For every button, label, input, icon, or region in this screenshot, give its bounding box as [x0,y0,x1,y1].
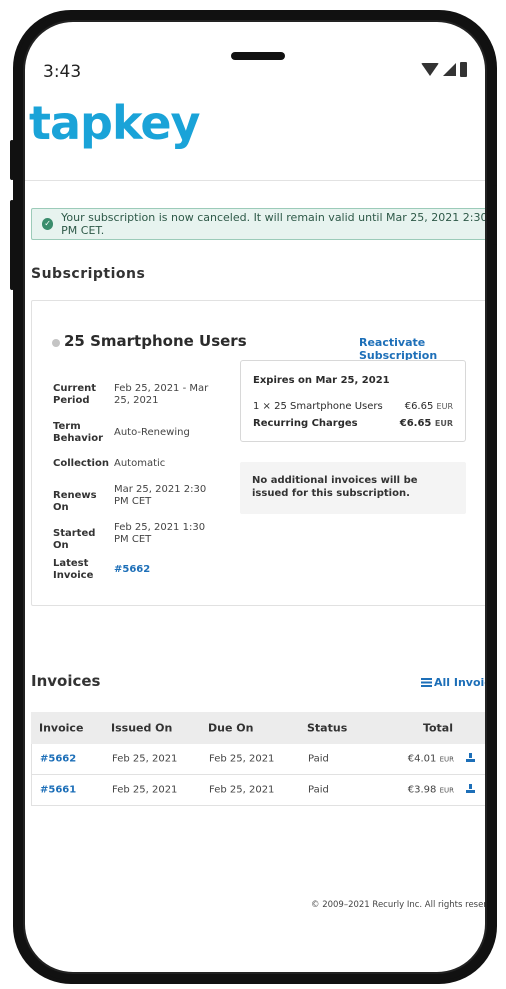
expiry-box: Expires on Mar 25, 2021 1 × 25 Smartphon… [240,360,466,442]
wifi-icon [421,63,439,76]
detail-key: Started On [53,528,96,551]
col-issued-on: Issued On [111,721,173,735]
list-icon [421,678,432,687]
currency: EUR [439,786,454,795]
reactivate-subscription-link[interactable]: Reactivate Subscription [359,336,485,362]
battery-icon [460,62,467,77]
invoices-table: Invoice Issued On Due On Status Total #5… [31,712,485,806]
recurring-label: Recurring Charges [253,418,358,429]
col-invoice: Invoice [39,721,84,735]
invoice-link[interactable]: #5661 [40,785,76,796]
detail-value: Feb 25, 2021 1:30 PM CET [114,522,206,545]
detail-value: Feb 25, 2021 - Mar 25, 2021 [114,383,209,406]
total: €3.98 EUR [386,785,454,796]
currency: EUR [434,419,453,428]
recurring-amount: €6.65 [399,418,432,429]
tapkey-logo[interactable]: tapkey [29,96,200,150]
col-status: Status [307,721,348,735]
detail-value: Mar 25, 2021 2:30 PM CET [114,484,207,507]
detail-value: Auto-Renewing [114,427,190,438]
latest-invoice-link[interactable]: #5662 [114,564,209,576]
table-row[interactable]: #5662 Feb 25, 2021 Feb 25, 2021 Paid €4.… [31,744,485,775]
issued-on: Feb 25, 2021 [112,753,178,765]
detail-key: Latest Invoice [53,558,94,581]
download-icon[interactable] [466,753,475,765]
invoice-link[interactable]: #5662 [40,754,76,765]
col-total: Total [422,721,453,735]
due-on: Feb 25, 2021 [209,784,275,796]
phone-frame: 3:43 tapkey ✓ Your subscription is now c… [13,10,497,984]
line-item-amount: €6.65 [404,401,434,412]
table-row[interactable]: #5661 Feb 25, 2021 Feb 25, 2021 Paid €3.… [31,775,485,806]
side-button-right [493,185,497,245]
line-item-label: 1 × 25 Smartphone Users [253,401,383,412]
header-divider [25,180,485,181]
invoices-heading: Invoices [31,672,101,690]
expiry-title: Expires on Mar 25, 2021 [253,375,390,386]
col-due-on: Due On [208,721,254,735]
total-amount: €3.98 [407,784,437,796]
plan-status-dot [52,339,60,347]
cellular-signal-icon [443,63,456,76]
line-item: 1 × 25 Smartphone Users €6.65 EUR [253,401,453,412]
line-item-total: €6.65 EUR [405,401,453,412]
alert-message: Your subscription is now canceled. It wi… [61,211,487,237]
no-invoices-note: No additional invoices will be issued fo… [240,462,466,514]
side-button-left-2 [10,200,14,290]
detail-key: Current Period [53,383,97,406]
system-icons [421,62,467,77]
side-button-left [10,140,14,180]
download-icon[interactable] [466,784,475,796]
recurring-charges: Recurring Charges €6.65 EUR [253,418,453,429]
plan-name: 25 Smartphone Users [64,332,247,350]
currency: EUR [439,755,454,764]
currency: EUR [436,402,453,411]
screen: 3:43 tapkey ✓ Your subscription is now c… [23,20,487,974]
footer-copyright: © 2009–2021 Recurly Inc. All rights rese… [311,900,487,910]
speaker-notch [231,52,285,60]
recurring-total: €6.65 EUR [400,418,453,429]
detail-value: Automatic [114,458,166,469]
status-time: 3:43 [43,62,82,82]
detail-key: Term Behavior [53,421,104,444]
all-invoices-label: All Invoic [434,676,487,689]
status: Paid [308,753,329,765]
total-amount: €4.01 [407,753,437,765]
detail-key: Renews On [53,490,97,513]
detail-key: Collection [53,458,109,469]
table-header: Invoice Issued On Due On Status Total [31,712,485,744]
due-on: Feb 25, 2021 [209,753,275,765]
issued-on: Feb 25, 2021 [112,784,178,796]
subscriptions-heading: Subscriptions [31,266,146,282]
cancellation-alert: ✓ Your subscription is now canceled. It … [31,208,487,240]
total: €4.01 EUR [386,754,454,765]
status: Paid [308,784,329,796]
status-bar: 3:43 [25,22,485,92]
all-invoices-link[interactable]: All Invoic [421,676,487,689]
check-circle-icon: ✓ [42,218,54,230]
